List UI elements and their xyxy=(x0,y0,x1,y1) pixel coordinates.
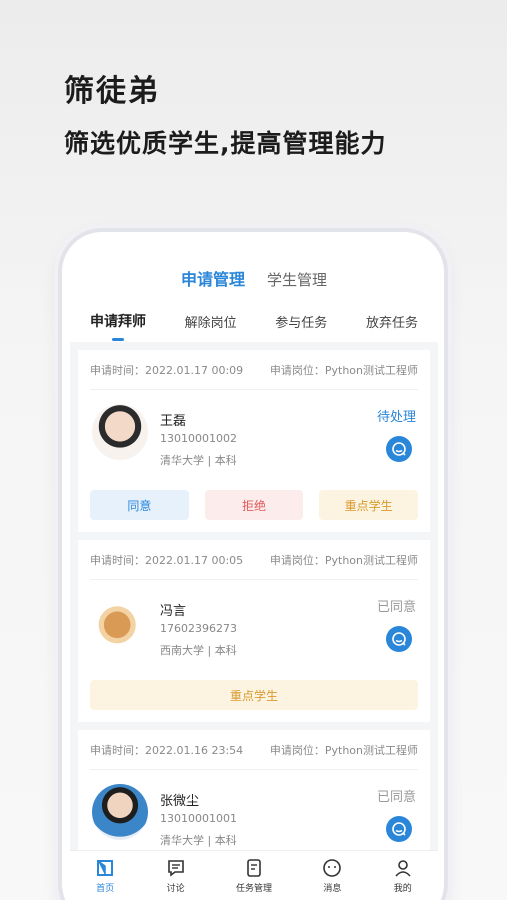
task-icon xyxy=(247,858,261,877)
nav-discussion[interactable]: 讨论 xyxy=(166,858,186,894)
nav-home[interactable]: 首页 xyxy=(95,858,115,894)
status-badge: 已同意 xyxy=(376,790,416,805)
status-badge: 已同意 xyxy=(376,600,416,615)
apply-time: 申请时间：2022.01.16 23:54 xyxy=(90,743,244,757)
avatar[interactable] xyxy=(92,594,148,650)
chat-icon xyxy=(392,442,406,456)
app-screen: 申请管理 学生管理 申请拜师 解除岗位 参与任务 放弃任务 申请时间：2022.… xyxy=(70,240,438,900)
chat-icon xyxy=(392,632,406,646)
nav-profile[interactable]: 我的 xyxy=(393,858,413,894)
reject-button[interactable]: 拒绝 xyxy=(204,490,304,520)
subtab-join-task[interactable]: 参与任务 xyxy=(275,312,327,331)
subtab-release-post[interactable]: 解除岗位 xyxy=(185,312,237,331)
apply-post: 申请岗位：Python测试工程师 xyxy=(269,363,418,377)
profile-icon xyxy=(395,859,411,877)
card-header: 申请时间：2022.01.16 23:54 申请岗位：Python测试工程师 xyxy=(90,730,418,770)
agree-button[interactable]: 同意 xyxy=(90,490,189,520)
subtab-abandon-task[interactable]: 放弃任务 xyxy=(366,312,418,331)
hero-subtitle: 筛选优质学生,提高管理能力 xyxy=(64,129,387,158)
student-name: 张微尘 xyxy=(160,794,200,809)
nav-label: 消息 xyxy=(323,883,342,894)
nav-label: 任务管理 xyxy=(235,883,272,894)
student-phone: 13010001002 xyxy=(160,432,237,445)
nav-messages[interactable]: 消息 xyxy=(322,858,342,894)
nav-task-management[interactable]: 任务管理 xyxy=(236,858,272,894)
nav-label: 首页 xyxy=(96,883,115,894)
application-card: 申请时间：2022.01.17 00:09 申请岗位：Python测试工程师 王… xyxy=(78,350,430,532)
tab-application-management[interactable]: 申请管理 xyxy=(181,266,245,290)
key-student-button[interactable]: 重点学生 xyxy=(90,680,418,710)
application-card: 申请时间：2022.01.17 00:05 申请岗位：Python测试工程师 冯… xyxy=(78,540,430,722)
student-school: 清华大学 | 本科 xyxy=(160,454,237,467)
sub-tabs: 申请拜师 解除岗位 参与任务 放弃任务 xyxy=(70,300,438,342)
chat-button[interactable] xyxy=(386,436,412,462)
discussion-icon xyxy=(167,859,184,877)
student-school: 西南大学 | 本科 xyxy=(160,644,237,657)
message-icon xyxy=(323,858,342,877)
apply-post: 申请岗位：Python测试工程师 xyxy=(269,743,418,757)
apply-time: 申请时间：2022.01.17 00:09 xyxy=(90,363,244,377)
apply-time: 申请时间：2022.01.17 00:05 xyxy=(90,553,244,567)
card-actions: 同意 拒绝 重点学生 xyxy=(90,490,419,532)
top-tabs: 申请管理 学生管理 xyxy=(70,240,438,300)
card-header: 申请时间：2022.01.17 00:09 申请岗位：Python测试工程师 xyxy=(90,350,418,390)
home-icon xyxy=(97,859,114,876)
apply-post: 申请岗位：Python测试工程师 xyxy=(269,553,418,567)
tab-student-management[interactable]: 学生管理 xyxy=(267,269,327,290)
subtab-apply-mentor[interactable]: 申请拜师 xyxy=(90,311,146,341)
application-list: 申请时间：2022.01.17 00:09 申请岗位：Python测试工程师 王… xyxy=(78,342,430,870)
status-badge: 待处理 xyxy=(376,410,416,425)
bottom-nav: 首页 讨论 任务管理 消息 我的 xyxy=(70,850,438,900)
student-school: 清华大学 | 本科 xyxy=(160,834,237,847)
avatar[interactable] xyxy=(92,784,148,840)
nav-label: 讨论 xyxy=(166,883,185,894)
chat-icon xyxy=(392,822,406,836)
hero-title: 筛徒弟 xyxy=(64,74,160,109)
student-phone: 17602396273 xyxy=(160,622,237,635)
student-name: 王磊 xyxy=(160,414,187,429)
card-actions: 重点学生 xyxy=(90,680,418,722)
student-name: 冯言 xyxy=(160,604,187,619)
application-card: 申请时间：2022.01.16 23:54 申请岗位：Python测试工程师 张… xyxy=(78,730,430,870)
card-body: 冯言 17602396273 西南大学 | 本科 已同意 xyxy=(90,580,418,680)
card-body: 王磊 13010001002 清华大学 | 本科 待处理 xyxy=(90,390,418,490)
student-phone: 13010001001 xyxy=(160,812,237,825)
chat-button[interactable] xyxy=(386,626,412,652)
nav-label: 我的 xyxy=(393,883,412,894)
card-header: 申请时间：2022.01.17 00:05 申请岗位：Python测试工程师 xyxy=(90,540,418,580)
key-student-button[interactable]: 重点学生 xyxy=(319,490,419,520)
avatar[interactable] xyxy=(92,404,148,460)
chat-button[interactable] xyxy=(386,816,412,842)
